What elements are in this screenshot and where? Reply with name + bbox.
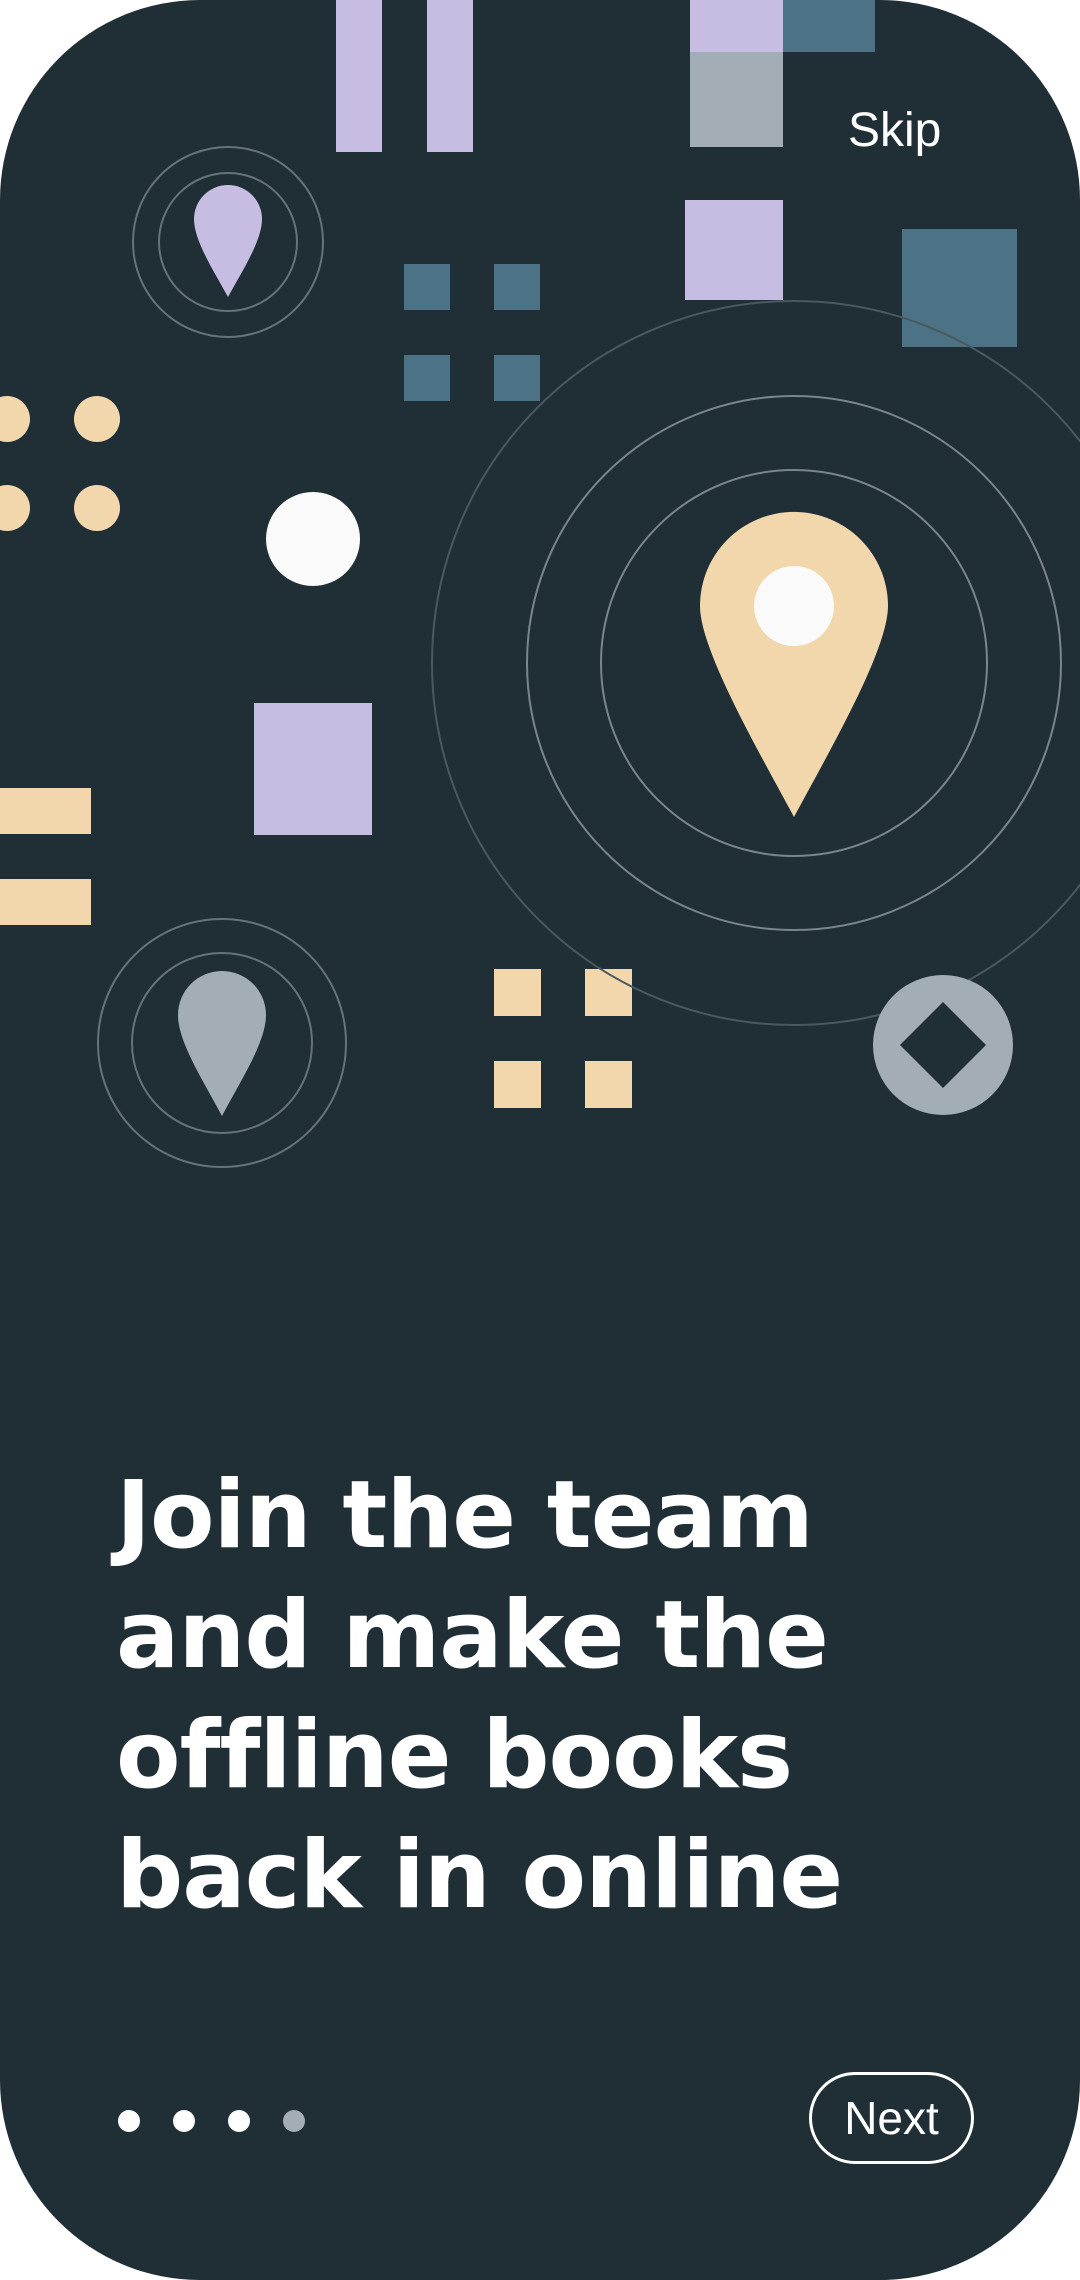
page-indicator-dot[interactable]	[228, 2110, 250, 2132]
page-indicator-dot[interactable]	[283, 2110, 305, 2132]
illustration	[0, 0, 1080, 1168]
deco-square	[494, 264, 540, 310]
deco-square	[404, 264, 450, 310]
deco-dot	[74, 485, 120, 531]
map-pin-icon	[97, 918, 347, 1168]
deco-bar	[0, 788, 91, 834]
onboarding-headline: Join the team and make the offline books…	[116, 1456, 976, 1936]
deco-square	[404, 355, 450, 401]
deco-square	[494, 355, 540, 401]
skip-button[interactable]: Skip	[848, 103, 941, 159]
deco-square	[494, 1061, 541, 1108]
map-pin-icon	[431, 300, 1080, 1026]
deco-dot	[74, 396, 120, 442]
page-indicator-dot[interactable]	[173, 2110, 195, 2132]
deco-square	[690, 52, 783, 147]
deco-bar	[427, 0, 473, 152]
deco-square	[494, 969, 541, 1016]
page-indicator	[118, 2110, 305, 2132]
headline-line: offline books	[116, 1701, 793, 1810]
deco-dot	[0, 396, 30, 442]
onboarding-screen: Skip Join the team and make the offline …	[0, 0, 1080, 2280]
deco-square	[902, 229, 1017, 347]
deco-square	[585, 969, 632, 1016]
deco-circle	[266, 492, 360, 586]
map-pin-icon	[132, 146, 324, 338]
headline-line: and make the	[116, 1581, 829, 1690]
deco-bar	[0, 879, 91, 925]
headline-line: Join the team	[116, 1461, 814, 1570]
deco-dot	[0, 485, 30, 531]
deco-square	[783, 0, 875, 52]
deco-square	[690, 0, 783, 52]
page-indicator-dot[interactable]	[118, 2110, 140, 2132]
deco-bar	[336, 0, 382, 152]
headline-line: back in online	[116, 1821, 843, 1930]
deco-square	[254, 703, 372, 835]
deco-square	[585, 1061, 632, 1108]
deco-square	[685, 200, 783, 300]
diamond-icon	[873, 975, 1013, 1115]
next-button[interactable]: Next	[809, 2072, 974, 2164]
